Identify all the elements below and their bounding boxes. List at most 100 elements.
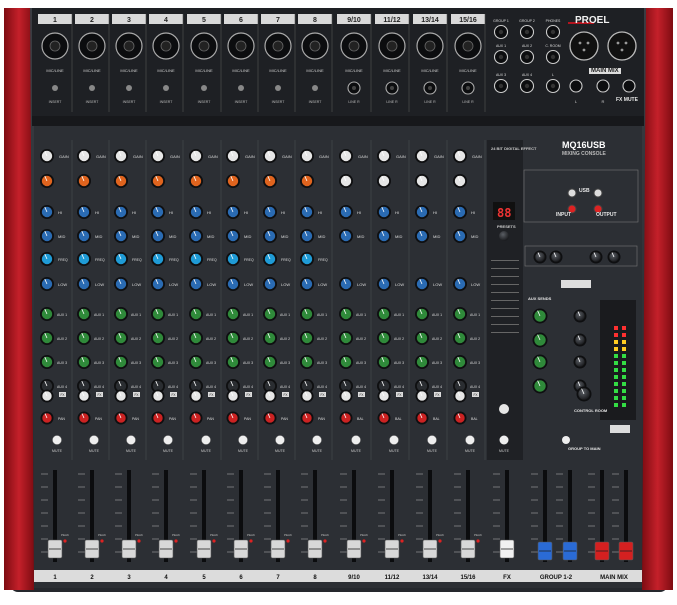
peak-led (174, 539, 178, 543)
fx-preset-list-line (491, 284, 519, 285)
peak-led (63, 539, 67, 543)
aux-label: AUX 4 (168, 385, 178, 389)
aux-label: AUX 3 (243, 361, 253, 365)
aux-label: AUX 3 (131, 361, 141, 365)
aux-label: AUX 4 (356, 385, 366, 389)
main-xlr-output[interactable] (607, 31, 637, 61)
aux-label: AUX 2 (394, 337, 404, 341)
meter-led-left (614, 375, 618, 379)
mute-button[interactable] (351, 435, 361, 445)
mute-button[interactable] (89, 435, 99, 445)
output-jack[interactable] (622, 79, 636, 93)
freq-label: FREQ (318, 258, 328, 262)
xlr-pin (582, 48, 586, 52)
insert-label: INSERT (49, 100, 63, 104)
mic-line-label: MIC/LINE (157, 68, 175, 73)
mixer-console: 1 MIC/LINE INSERT 2 MIC/LINE INSERT 3 MIC/LINE I… (4, 8, 673, 592)
mute-button[interactable] (201, 435, 211, 445)
fx-return-knob[interactable] (499, 404, 509, 414)
aux-label: AUX 1 (394, 313, 404, 317)
mic-line-label: MIC/LINE (195, 68, 213, 73)
fx-preset-list-line (491, 316, 519, 317)
aux-label: AUX 4 (317, 385, 327, 389)
fx-route-switch[interactable] (561, 280, 591, 288)
aux-label: AUX 3 (432, 361, 442, 365)
output-jack[interactable] (596, 79, 610, 93)
mute-button[interactable] (52, 435, 62, 445)
xlr-jack-center (198, 40, 210, 52)
meter-led-right (622, 403, 626, 407)
aux-label: AUX 4 (131, 385, 141, 389)
hi-label: HI (95, 210, 99, 215)
mute-button[interactable] (389, 435, 399, 445)
main-xlr-output[interactable] (569, 31, 599, 61)
insert-label: INSERT (160, 100, 174, 104)
output-jack-core (550, 54, 556, 60)
fx-preset-knob[interactable] (499, 231, 509, 241)
mute-button[interactable] (163, 435, 173, 445)
hi-label: HI (395, 210, 399, 215)
output-jack-label: L (552, 73, 554, 77)
meter-led-right (622, 361, 626, 365)
peak-label: PEAK (284, 533, 292, 537)
fx-preset-list-line (491, 308, 519, 309)
mute-button[interactable] (126, 435, 136, 445)
insert-label: INSERT (272, 100, 286, 104)
mic-line-label: MIC/LINE (232, 68, 250, 73)
insert-label: INSERT (86, 100, 100, 104)
aux-label: AUX 1 (280, 313, 290, 317)
fx-mute-button[interactable] (499, 435, 509, 445)
hi-label: HI (357, 210, 361, 215)
output-jack[interactable] (569, 79, 583, 93)
channel-number-label: 8 (313, 17, 317, 24)
mute-label: MUTE (52, 449, 63, 453)
bottom-channel-label: 15/16 (460, 575, 476, 581)
group-mute-button[interactable] (562, 436, 570, 444)
gain-label: GAIN (282, 154, 292, 159)
meter-led-left (614, 368, 618, 372)
output-jack-label: AUX 3 (496, 73, 506, 77)
mute-button[interactable] (427, 435, 437, 445)
peak-led (323, 539, 327, 543)
mic-line-label: MIC/LINE (421, 68, 439, 73)
xlr-jack-center (235, 40, 247, 52)
output-jack-core (498, 29, 504, 35)
peak-label: PEAK (98, 533, 106, 537)
mute-button[interactable] (465, 435, 475, 445)
peak-led (362, 539, 366, 543)
output-jack-label: GROUP 1 (493, 19, 509, 23)
mute-button[interactable] (312, 435, 322, 445)
insert-label: INSERT (198, 100, 212, 104)
usb-rca-white[interactable] (567, 188, 577, 198)
xlr-jack-center (123, 40, 135, 52)
aux-label: AUX 3 (356, 361, 366, 365)
freq-label: FREQ (169, 258, 179, 262)
bottom-channel-label: 13/14 (422, 575, 438, 581)
panel-divider (32, 116, 644, 126)
freq-label: FREQ (132, 258, 142, 262)
low-label: LOW (169, 282, 178, 287)
mic-line-label: MIC/LINE (383, 68, 401, 73)
output-jack-core (524, 54, 530, 60)
aux-label: AUX 1 (131, 313, 141, 317)
aux-label: AUX 1 (356, 313, 366, 317)
xlr-jack-center (424, 40, 436, 52)
pan-label: PAN (244, 417, 251, 421)
mid-label: MID (169, 234, 176, 239)
mid-label: MID (395, 234, 402, 239)
meter-led-right (622, 347, 626, 351)
usb-rca-white[interactable] (593, 188, 603, 198)
line-r-label: LINE R (424, 100, 436, 104)
mute-button[interactable] (275, 435, 285, 445)
freq-label: FREQ (95, 258, 105, 262)
mute-button[interactable] (238, 435, 248, 445)
pan-label: PAN (281, 417, 288, 421)
gain-label: GAIN (96, 154, 106, 159)
mid-label: MID (318, 234, 325, 239)
fx-preset-list-line (491, 276, 519, 277)
gain-label: GAIN (396, 154, 406, 159)
output-jack-label: AUX 2 (522, 44, 532, 48)
meter-led-right (622, 326, 626, 330)
group-to-main-switch[interactable] (610, 425, 630, 433)
channel-number-label: 9/10 (347, 17, 361, 24)
